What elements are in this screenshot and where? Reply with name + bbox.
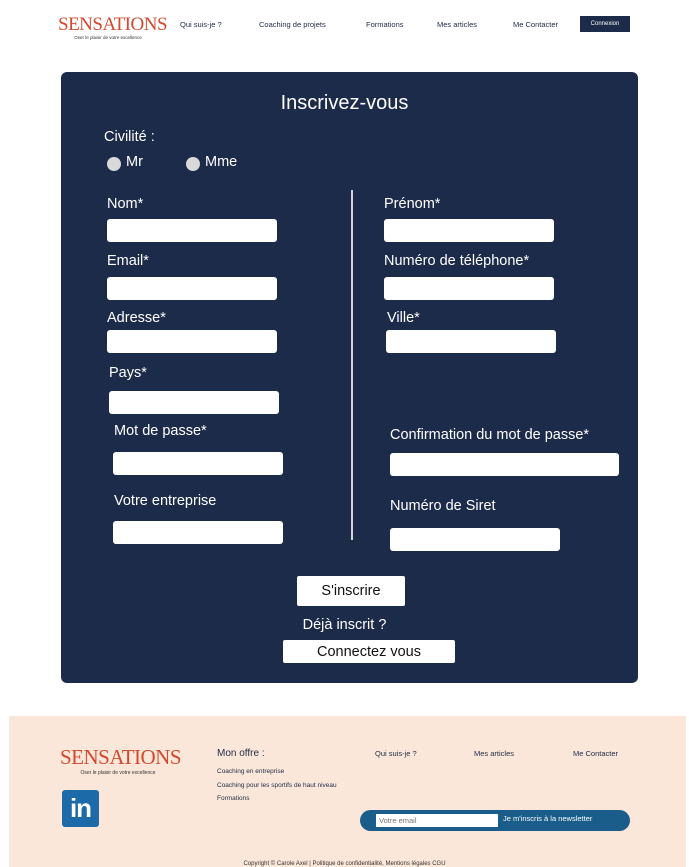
email-input[interactable] bbox=[107, 277, 277, 300]
nav-mes-articles[interactable]: Mes articles bbox=[437, 20, 477, 29]
ville-input[interactable] bbox=[386, 330, 556, 353]
logo-wordmark: SENSATIONS bbox=[58, 14, 168, 35]
offer-title: Mon offre : bbox=[217, 748, 265, 759]
ville-label: Ville* bbox=[387, 310, 420, 326]
prenom-input[interactable] bbox=[384, 219, 554, 242]
site-logo[interactable]: SENSATIONS Oser le plaisir de votre exce… bbox=[58, 14, 168, 40]
confirmation-label: Confirmation du mot de passe* bbox=[390, 427, 590, 443]
radio-mr[interactable] bbox=[107, 157, 121, 171]
footer-logo-tagline: Oser le plaisir de votre excellence bbox=[80, 770, 156, 776]
copyright-text: Copyright © Carole Axel | Politique de c… bbox=[243, 861, 446, 867]
nom-input[interactable] bbox=[107, 219, 277, 242]
linkedin-icon[interactable]: in bbox=[62, 790, 99, 827]
entreprise-input[interactable] bbox=[113, 521, 283, 544]
confirmation-input[interactable] bbox=[390, 453, 619, 476]
newsletter-email-input[interactable] bbox=[376, 814, 498, 827]
pays-input[interactable] bbox=[109, 391, 279, 414]
offer-item-sportifs[interactable]: Coaching pour les sportifs de haut nivea… bbox=[217, 782, 337, 789]
mot-de-passe-input[interactable] bbox=[113, 452, 283, 475]
radio-mme[interactable] bbox=[186, 157, 200, 171]
deja-inscrit-text: Déjà inscrit ? bbox=[302, 617, 387, 633]
nav-coaching-projets[interactable]: Coaching de projets bbox=[259, 20, 326, 29]
sinscrire-button[interactable]: S'inscrire bbox=[297, 576, 405, 606]
siret-label: Numéro de Siret bbox=[390, 498, 496, 514]
radio-mr-label: Mr bbox=[126, 154, 143, 170]
footer-link-mes-articles[interactable]: Mes articles bbox=[474, 749, 514, 758]
telephone-input[interactable] bbox=[384, 277, 554, 300]
footer-logo[interactable]: SENSATIONS Oser le plaisir de votre exce… bbox=[60, 745, 182, 776]
offer-item-entreprise[interactable]: Coaching en entreprise bbox=[217, 768, 284, 775]
footer-link-me-contacter[interactable]: Me Contacter bbox=[573, 749, 618, 758]
footer-logo-wordmark: SENSATIONS bbox=[60, 745, 182, 769]
pays-label: Pays* bbox=[109, 365, 147, 381]
prenom-label: Prénom* bbox=[384, 196, 441, 212]
offer-item-formations[interactable]: Formations bbox=[217, 795, 250, 802]
telephone-label: Numéro de téléphone* bbox=[384, 253, 530, 269]
siret-input[interactable] bbox=[390, 528, 560, 551]
connexion-button[interactable]: Connexion bbox=[580, 16, 630, 32]
adresse-label: Adresse* bbox=[107, 310, 166, 326]
nav-formations[interactable]: Formations bbox=[366, 20, 404, 29]
newsletter-subscribe-button[interactable]: Je m'inscris à la newsletter bbox=[503, 814, 592, 823]
form-divider bbox=[351, 190, 353, 540]
connectez-vous-button[interactable]: Connectez vous bbox=[283, 640, 455, 663]
radio-mme-label: Mme bbox=[205, 154, 238, 170]
email-label: Email* bbox=[107, 253, 149, 269]
mot-de-passe-label: Mot de passe* bbox=[114, 423, 207, 439]
nav-me-contacter[interactable]: Me Contacter bbox=[513, 20, 558, 29]
footer-link-qui-suis-je[interactable]: Qui suis-je ? bbox=[375, 749, 417, 758]
entreprise-label: Votre entreprise bbox=[114, 493, 217, 509]
site-footer bbox=[9, 716, 686, 867]
nom-label: Nom* bbox=[107, 196, 144, 212]
civility-label: Civilité : bbox=[104, 129, 155, 145]
nav-qui-suis-je[interactable]: Qui suis-je ? bbox=[180, 20, 222, 29]
form-title: Inscrivez-vous bbox=[280, 92, 409, 114]
adresse-input[interactable] bbox=[107, 330, 277, 353]
